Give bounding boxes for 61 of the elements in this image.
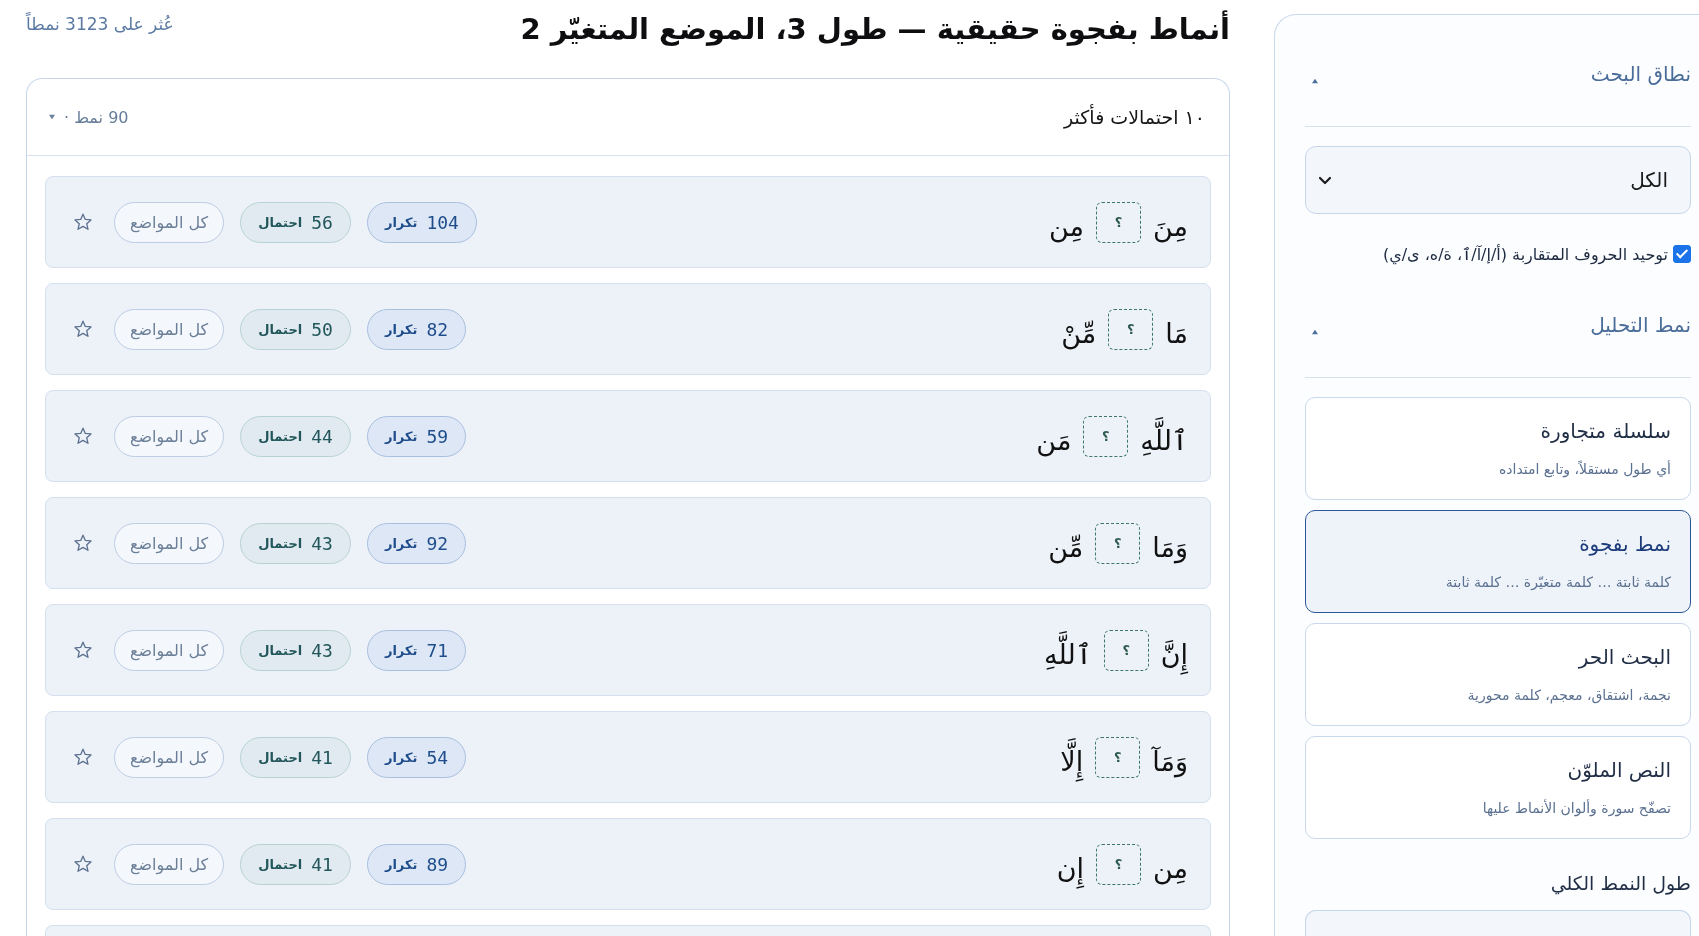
pattern-word: مَن — [1036, 424, 1072, 459]
all-locations-button[interactable]: كل المواضع — [114, 843, 225, 885]
star-icon[interactable] — [74, 320, 92, 338]
pattern-word: مِنَ — [1153, 210, 1188, 245]
pattern-word: مِّنْ — [1061, 317, 1097, 352]
caret-down-icon[interactable] — [49, 114, 55, 120]
mode-title: نمط بفجوة — [1579, 531, 1671, 558]
pattern-word: وَمَآ — [1152, 745, 1188, 780]
star-icon[interactable] — [74, 534, 92, 552]
pattern-word: وَمَا — [1152, 531, 1188, 566]
pattern-word: إِنَّ — [1160, 625, 1188, 675]
pattern-word: إِلَّا — [1060, 732, 1084, 782]
gap-field: ؟ — [1095, 736, 1141, 778]
gap-field: ؟ — [1103, 629, 1149, 671]
pattern-word: ٱللَّهِ — [1140, 411, 1188, 461]
caret-up-icon[interactable] — [1312, 78, 1318, 84]
checkbox-label: توحيد الحروف المتقاربة (أ/إ/آ/ٱ، ة/ه، ى/ي) — [1382, 244, 1668, 264]
chevron-down-icon — [1318, 175, 1332, 185]
results-count: عُثر على 3123 نمطاً — [26, 14, 174, 34]
gap-field: ؟ — [1083, 415, 1129, 457]
section-heading[interactable]: نمط التحليل — [1590, 313, 1691, 337]
pattern-word: مِن — [1153, 852, 1188, 887]
mode-description: تصفّح سورة وألوان الأنماط عليها — [1482, 798, 1671, 819]
all-locations-button[interactable]: كل المواضع — [114, 629, 225, 671]
all-locations-button[interactable]: كل المواضع — [114, 201, 225, 243]
star-icon[interactable] — [74, 748, 92, 766]
mode-title: البحث الحر — [1578, 644, 1671, 671]
pattern-word: مِن — [1048, 210, 1084, 245]
field-label: طول النمط الكلي — [1549, 871, 1691, 897]
gap-field: ؟ — [1096, 201, 1141, 243]
mode-description: كلمة ثابتة … كلمة متغيّرة … كلمة ثابتة — [1445, 573, 1671, 593]
scope-select[interactable]: الكل — [1305, 146, 1691, 214]
mode-option[interactable]: البحث الحر نجمة، اشتقاق، معجم، كلمة محورية — [1305, 623, 1691, 726]
gap-field: ؟ — [1108, 308, 1154, 350]
pattern-word: إِن — [1056, 839, 1084, 889]
checkbox[interactable] — [1673, 245, 1691, 263]
pattern-word: مِّن — [1048, 531, 1084, 566]
star-icon[interactable] — [74, 427, 92, 445]
pattern-count: 90 نمط · — [64, 107, 129, 127]
mode-option[interactable]: النص الملوّن تصفّح سورة وألوان الأنماط عليها — [1305, 736, 1691, 839]
mode-title: سلسلة متجاورة — [1540, 418, 1671, 445]
group-heading: ١٠ احتمالات فأكثر — [1064, 106, 1205, 128]
caret-up-icon[interactable] — [1312, 329, 1318, 335]
all-locations-button[interactable]: كل المواضع — [114, 736, 225, 778]
all-locations-button[interactable]: كل المواضع — [114, 522, 225, 564]
star-icon[interactable] — [74, 641, 92, 659]
star-icon[interactable] — [74, 855, 92, 873]
star-icon[interactable] — [74, 213, 92, 231]
all-locations-button[interactable]: كل المواضع — [114, 308, 225, 350]
page-title: أنماط بفجوة حقيقية — طول 3، الموضع المتغيّر 2 — [520, 9, 1230, 48]
mode-option[interactable]: سلسلة متجاورة أي طول مستقلاً، وتابع امتداده — [1305, 397, 1691, 500]
pattern-word: مَا — [1165, 317, 1188, 351]
section-heading[interactable]: نطاق البحث — [1590, 62, 1691, 86]
all-locations-button[interactable]: كل المواضع — [114, 415, 225, 457]
gap-field: ؟ — [1096, 843, 1141, 885]
mode-description: نجمة، اشتقاق، معجم، كلمة محورية — [1467, 686, 1671, 706]
mode-description: أي طول مستقلاً، وتابع امتداده — [1498, 459, 1671, 480]
pattern-word: ٱللَّهِ — [1044, 625, 1092, 675]
gap-field: ؟ — [1095, 522, 1141, 564]
mode-title: النص الملوّن — [1567, 757, 1671, 784]
mode-option[interactable]: نمط بفجوة كلمة ثابتة … كلمة متغيّرة … كلمة ثابتة — [1305, 510, 1691, 613]
